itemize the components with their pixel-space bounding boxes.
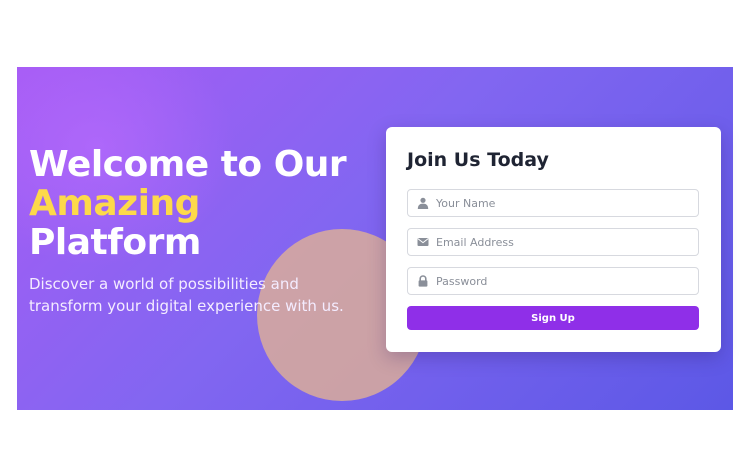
name-field[interactable] [407, 189, 699, 217]
hero-heading-accent: Amazing [29, 183, 200, 224]
sign-up-button[interactable]: Sign Up [407, 306, 699, 330]
signup-title: Join Us Today [407, 149, 549, 171]
lock-icon [418, 275, 428, 287]
hero-heading: Welcome to Our Amazing Platform [29, 145, 389, 262]
user-icon [417, 197, 429, 209]
email-field[interactable] [407, 228, 699, 256]
hero-subtitle: Discover a world of possibilities and tr… [29, 275, 344, 315]
hero-heading-line3: Platform [29, 222, 201, 263]
hero-heading-line1: Welcome to Our [29, 144, 347, 185]
password-input[interactable] [436, 268, 691, 294]
envelope-icon [417, 238, 429, 246]
name-input[interactable] [436, 190, 691, 216]
password-field[interactable] [407, 267, 699, 295]
email-input[interactable] [436, 229, 691, 255]
signup-card: Join Us Today Sign Up [386, 127, 721, 352]
